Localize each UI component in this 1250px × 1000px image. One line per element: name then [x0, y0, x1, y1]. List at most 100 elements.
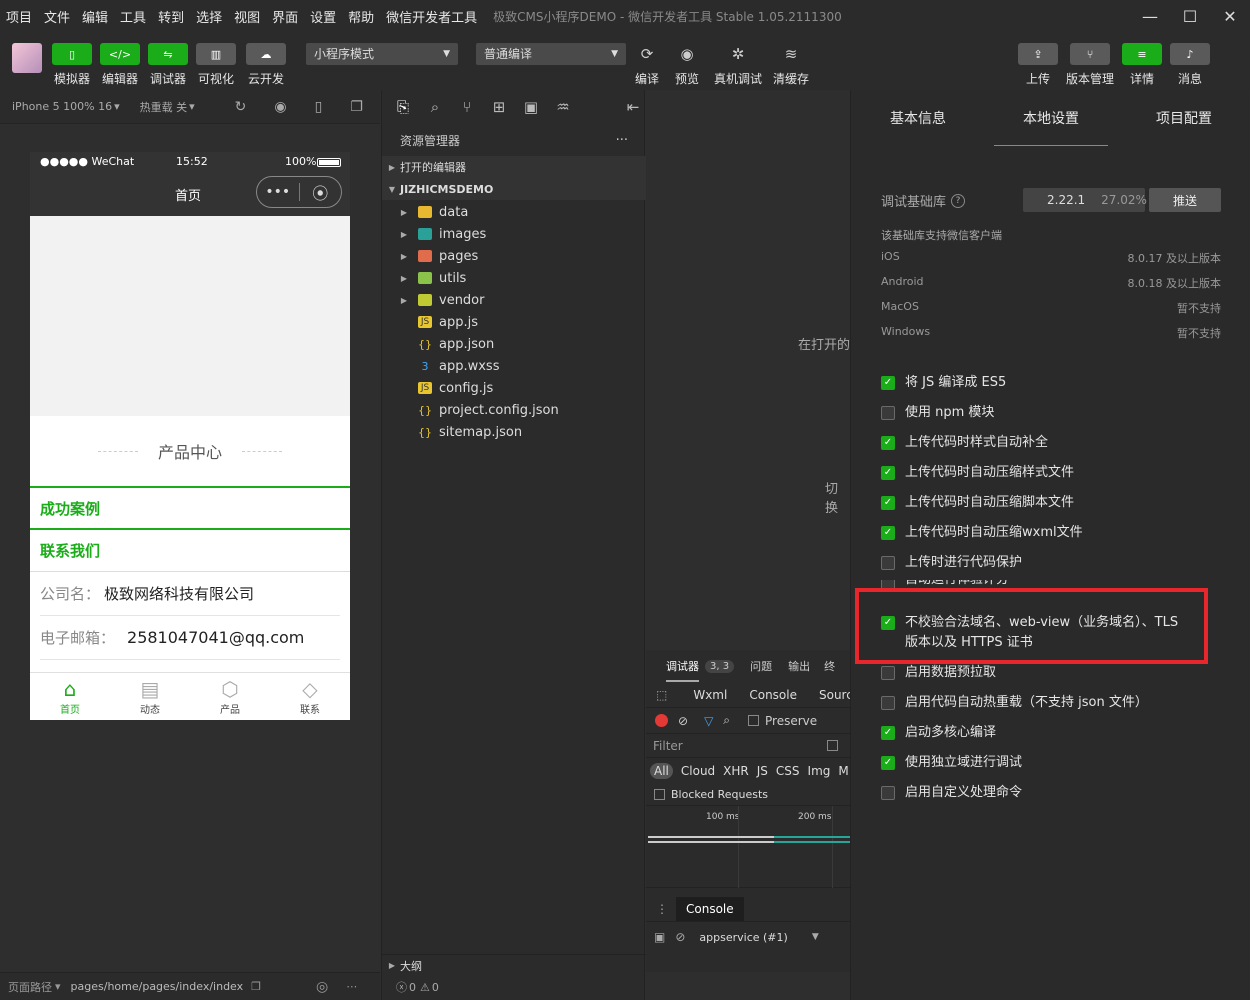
file-item[interactable]: {} sitemap.json: [382, 421, 646, 443]
console-drawer-tab[interactable]: Console: [676, 896, 744, 921]
checkbox-checked[interactable]: ✓: [881, 756, 895, 770]
preserve-checkbox[interactable]: [748, 715, 760, 726]
file-item[interactable]: JS config.js: [382, 377, 646, 399]
menu-lines-icon[interactable]: ≡: [1122, 43, 1162, 65]
problems-status[interactable]: ⓧ 0 ⚠ 0: [382, 976, 646, 998]
checkbox-unchecked[interactable]: [881, 556, 895, 570]
more-vertical-icon[interactable]: ⋮: [656, 902, 668, 916]
option-row[interactable]: ✓ 上传代码时自动压缩样式文件: [881, 463, 1074, 483]
option-row[interactable]: 上传时进行代码保护: [881, 553, 1022, 573]
option-row[interactable]: ✓ 启动多核心编译: [881, 723, 996, 743]
menu-project[interactable]: 项目: [0, 7, 38, 26]
tab-debugger[interactable]: 调试器: [666, 658, 699, 682]
option-row[interactable]: ✓ 上传代码时自动压缩脚本文件: [881, 493, 1074, 513]
files-icon[interactable]: ⎘: [392, 98, 414, 116]
option-row[interactable]: ✓ 上传代码时样式自动补全: [881, 433, 1048, 453]
folder-item[interactable]: ▶ images: [382, 223, 646, 245]
close-icon[interactable]: ✕: [1210, 0, 1250, 32]
extensions-icon[interactable]: ⊞: [488, 98, 510, 116]
clear-icon[interactable]: ⊘: [678, 714, 688, 728]
push-button[interactable]: 推送: [1149, 188, 1221, 212]
more-icon[interactable]: •••: [257, 184, 299, 200]
filter-input[interactable]: Filter: [653, 738, 813, 753]
option-row[interactable]: ✓ 将 JS 编译成 ES5: [881, 373, 1006, 393]
file-item[interactable]: {} project.config.json: [382, 399, 646, 421]
checkbox-unchecked[interactable]: [881, 666, 895, 680]
tab-output[interactable]: 输出: [788, 658, 810, 674]
checkbox-checked[interactable]: ✓: [881, 466, 895, 480]
layers-icon[interactable]: ≋: [780, 43, 802, 65]
menu-settings[interactable]: 设置: [304, 7, 342, 26]
case-section-title[interactable]: 成功案例: [30, 488, 350, 528]
checkbox-checked[interactable]: ✓: [881, 436, 895, 450]
tab-sources[interactable]: Sourc: [819, 688, 853, 702]
window-icon[interactable]: ❐: [350, 99, 363, 115]
lib-version-select[interactable]: 2.22.1 27.02%: [1023, 188, 1147, 212]
filter-icon[interactable]: ▽: [704, 714, 713, 728]
open-editors-section[interactable]: ▶ 打开的编辑器: [382, 156, 646, 178]
eye-icon[interactable]: ◎: [316, 979, 328, 995]
tab-console[interactable]: Console: [749, 688, 797, 702]
type-cloud[interactable]: Cloud: [681, 764, 715, 778]
checkbox-unchecked[interactable]: [881, 786, 895, 800]
maximize-icon[interactable]: ☐: [1170, 0, 1210, 32]
capsule-button[interactable]: ••• ⦿: [256, 176, 342, 208]
checkbox-checked[interactable]: ✓: [881, 376, 895, 390]
checkbox-checked[interactable]: ✓: [881, 496, 895, 510]
tab-local-settings[interactable]: 本地设置: [994, 90, 1108, 146]
docker-icon[interactable]: ♒: [552, 98, 574, 116]
bug-icon[interactable]: ✲: [727, 43, 749, 65]
cloud-icon[interactable]: ☁: [246, 43, 286, 65]
option-row[interactable]: 启用代码自动热重载（不支持 json 文件）: [881, 693, 1148, 713]
phone-icon[interactable]: ▯: [315, 99, 323, 115]
tab-basic-info[interactable]: 基本信息: [861, 90, 975, 146]
stop-icon[interactable]: ◉: [274, 99, 286, 115]
menu-select[interactable]: 选择: [190, 7, 228, 26]
menu-wechat-devtools[interactable]: 微信开发者工具: [380, 7, 483, 26]
help-icon[interactable]: ?: [951, 193, 966, 208]
storage-icon[interactable]: ▣: [520, 98, 542, 116]
file-item[interactable]: 3 app.wxss: [382, 355, 646, 377]
option-row[interactable]: ✓ 上传代码时自动压缩wxml文件: [881, 523, 1083, 543]
menu-help[interactable]: 帮助: [342, 7, 380, 26]
visual-icon[interactable]: ▥: [196, 43, 236, 65]
type-xhr[interactable]: XHR: [723, 764, 749, 778]
avatar[interactable]: [12, 43, 42, 73]
eye-icon[interactable]: ◉: [676, 43, 698, 65]
file-item[interactable]: JS app.js: [382, 311, 646, 333]
tab-project-config[interactable]: 项目配置: [1127, 90, 1241, 146]
checkbox-unchecked[interactable]: [881, 696, 895, 710]
option-row[interactable]: 启用自定义处理命令: [881, 783, 1022, 803]
option-row[interactable]: ✓ 使用独立域进行调试: [881, 753, 1022, 773]
inspect-icon[interactable]: ⬚: [656, 688, 667, 702]
filter-checkbox[interactable]: [827, 740, 838, 751]
tab-news[interactable]: ▤ 动态: [110, 673, 190, 720]
debugger-icon[interactable]: ⇋: [148, 43, 188, 65]
more-icon[interactable]: ⋯: [346, 980, 357, 993]
file-item[interactable]: {} app.json: [382, 333, 646, 355]
option-row[interactable]: 使用 npm 模块: [881, 403, 994, 423]
copy-icon[interactable]: ❐: [251, 980, 261, 993]
device-select[interactable]: iPhone 5 100% 16: [12, 100, 112, 113]
mode-select[interactable]: 小程序模式 ▼: [306, 43, 458, 65]
bell-icon[interactable]: ♪: [1170, 43, 1210, 65]
git-icon[interactable]: ⑂: [456, 98, 478, 116]
simulator-icon[interactable]: ▯: [52, 43, 92, 65]
page-path-label[interactable]: 页面路径: [8, 979, 52, 995]
more-icon[interactable]: ···: [616, 133, 628, 148]
menu-edit[interactable]: 编辑: [76, 7, 114, 26]
outline-section[interactable]: ▶ 大纲: [382, 954, 646, 976]
context-select[interactable]: appservice (#1): [699, 931, 787, 944]
type-all[interactable]: All: [650, 763, 673, 779]
branch-icon[interactable]: ⑂: [1070, 43, 1110, 65]
checkbox-checked[interactable]: ✓: [881, 726, 895, 740]
folder-item[interactable]: ▶ utils: [382, 267, 646, 289]
record-icon[interactable]: [655, 714, 668, 727]
type-css[interactable]: CSS: [776, 764, 800, 778]
clear-icon[interactable]: ⊘: [675, 930, 685, 944]
minimize-icon[interactable]: —: [1130, 0, 1170, 32]
tab-wxml[interactable]: Wxml: [693, 688, 727, 702]
project-section[interactable]: ▼ JIZHICMSDEMO: [382, 178, 646, 200]
menu-goto[interactable]: 转到: [152, 7, 190, 26]
search-icon[interactable]: ⌕: [424, 98, 446, 116]
